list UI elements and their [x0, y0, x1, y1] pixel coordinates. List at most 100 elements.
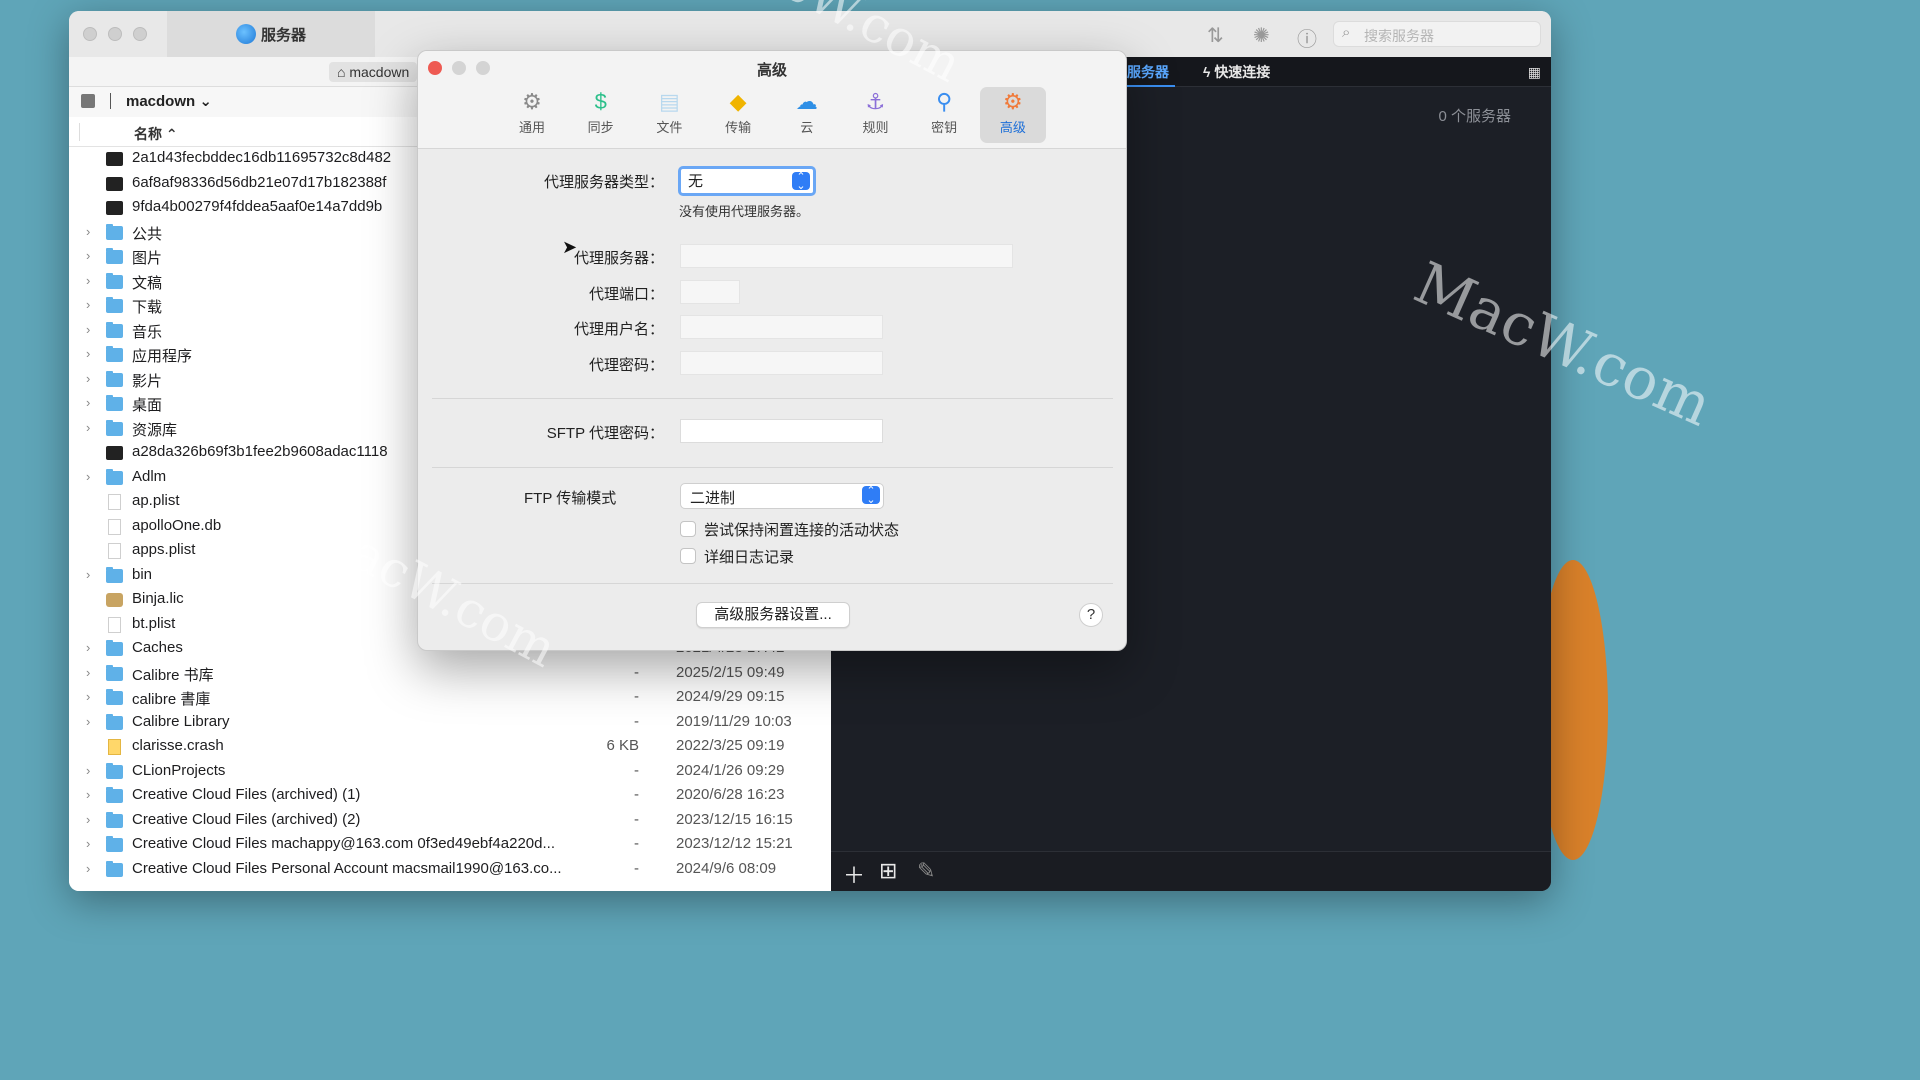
chevron-right-icon[interactable]: ›: [86, 763, 90, 778]
chevron-right-icon[interactable]: ›: [86, 567, 90, 582]
search-placeholder: 搜索服务器: [1364, 28, 1434, 44]
pref-tab-label: 文件: [656, 120, 683, 135]
chevron-right-icon[interactable]: ›: [86, 297, 90, 312]
close-button[interactable]: [83, 27, 97, 41]
file-name: Calibre Library: [132, 712, 230, 730]
window-tab[interactable]: 服务器: [167, 11, 375, 57]
chevron-right-icon[interactable]: ›: [86, 689, 90, 704]
file-row[interactable]: › Creative Cloud Files Personal Account m…: [69, 858, 831, 883]
ftp-mode-label: FTP 传输模式: [524, 490, 617, 507]
proxy-type-label: 代理服务器类型：: [543, 174, 664, 191]
file-name: Caches: [132, 639, 183, 656]
divider: [432, 583, 1113, 584]
file-row[interactable]: clarisse.crash 6 KB 2022/3/25 09:19: [69, 735, 831, 760]
file-name: 音乐: [132, 323, 163, 341]
keepalive-label: 尝试保持闲置连接的活动状态: [704, 522, 900, 539]
pref-tab-2[interactable]: ▤ 文件: [636, 87, 702, 143]
activity-spinner-icon[interactable]: ✺: [1253, 23, 1270, 48]
column-name-header[interactable]: 名称 ⌃: [134, 124, 178, 144]
crash-file-icon: [108, 739, 121, 755]
ftp-mode-select[interactable]: 二进制 ⌃ ⌄: [680, 483, 884, 509]
file-name: 2a1d43fecbddec16db11695732c8d482: [132, 149, 392, 166]
chevron-right-icon[interactable]: ›: [86, 224, 90, 239]
chevron-right-icon[interactable]: ›: [86, 420, 90, 435]
server-count: 0 个服务器: [1438, 108, 1511, 125]
zoom-button[interactable]: [133, 27, 147, 41]
divider: [432, 398, 1113, 399]
file-row[interactable]: › Creative Cloud Files machappy@163.com 0…: [69, 833, 831, 858]
sftp-proxy-password-input[interactable]: [680, 419, 883, 443]
file-row[interactable]: › Calibre Library - 2019/11/29 10:03: [69, 711, 831, 736]
folder-icon: [106, 689, 123, 705]
pref-tab-5[interactable]: ⚓ 规则: [843, 87, 909, 143]
path-chip-home[interactable]: ⌂ macdown: [329, 62, 418, 82]
file-row[interactable]: › CLionProjects - 2024/1/26 09:29: [69, 760, 831, 785]
search-input[interactable]: ⌕ 搜索服务器: [1333, 21, 1541, 47]
proxy-password-input[interactable]: [680, 351, 883, 375]
minimize-button[interactable]: [108, 27, 122, 41]
chevron-right-icon[interactable]: ›: [86, 469, 90, 484]
chevron-right-icon[interactable]: ›: [86, 346, 90, 361]
dialog-title: 高级: [756, 62, 787, 79]
file-date: 2023/12/12 15:21: [676, 835, 793, 852]
keepalive-checkbox[interactable]: [680, 521, 696, 537]
chevron-right-icon[interactable]: ›: [86, 640, 90, 655]
pref-tab-4[interactable]: ☁ 云: [774, 87, 840, 143]
chevron-right-icon[interactable]: ›: [86, 812, 90, 827]
tab-quick-connect[interactable]: ϟ 快速连接: [1203, 62, 1270, 82]
folder-icon: [106, 419, 123, 436]
file-row[interactable]: › calibre 書庫 - 2024/9/29 09:15: [69, 686, 831, 711]
folder-icon: [106, 640, 123, 656]
edit-pencil-icon[interactable]: ✎: [917, 858, 935, 884]
chevron-right-icon[interactable]: ›: [86, 665, 90, 680]
info-icon[interactable]: ⓘ: [1297, 23, 1317, 52]
file-size: -: [634, 688, 639, 705]
proxy-server-input[interactable]: [680, 244, 1013, 268]
advanced-server-settings-button[interactable]: 高级服务器设置...: [696, 602, 850, 628]
tab-servers[interactable]: 服务器: [1121, 57, 1175, 87]
file-size: -: [634, 712, 639, 730]
chevron-right-icon[interactable]: ›: [86, 273, 90, 288]
file-name: Adlm: [132, 467, 167, 485]
pref-tab-0[interactable]: ⚙ 通用: [499, 87, 565, 143]
verbose-log-checkbox[interactable]: [680, 548, 696, 564]
file-row[interactable]: › Calibre 书库 - 2025/2/15 09:49: [69, 662, 831, 687]
pref-tab-1[interactable]: $ 同步: [568, 87, 634, 143]
proxy-type-select[interactable]: 无 ⌃ ⌄: [678, 166, 816, 196]
proxy-type-hint: 没有使用代理服务器。: [679, 204, 810, 219]
pref-tab-3[interactable]: ◆ 传输: [705, 87, 771, 143]
folder-selector[interactable]: macdown ⌄: [126, 92, 212, 110]
terminal-file-icon: [106, 201, 123, 215]
file-size: -: [634, 761, 639, 779]
path-chip-label: macdown: [349, 64, 410, 80]
file-name: 桌面: [132, 397, 163, 414]
proxy-port-input[interactable]: [680, 280, 740, 304]
folder-icon: [106, 223, 123, 240]
tab-quick-connect-label: 快速连接: [1214, 64, 1271, 80]
add-folder-icon[interactable]: ⊞: [879, 858, 897, 884]
folder-icon: [106, 566, 123, 583]
transfer-arrows-icon[interactable]: ⇅: [1207, 23, 1224, 48]
chevron-right-icon[interactable]: ›: [86, 714, 90, 729]
chevron-right-icon[interactable]: ›: [86, 787, 90, 802]
grid-view-icon[interactable]: ▦: [1528, 64, 1541, 81]
pref-tab-6[interactable]: ⚲ 密钥: [911, 87, 977, 143]
sort-ascending-icon: ⌃: [165, 126, 178, 142]
chevron-right-icon[interactable]: ›: [86, 371, 90, 386]
chevron-right-icon[interactable]: ›: [86, 836, 90, 851]
pref-tab-7[interactable]: ⚙ 高级: [979, 87, 1046, 143]
chevron-right-icon[interactable]: ›: [86, 248, 90, 263]
add-server-icon[interactable]: ＋: [843, 858, 865, 890]
folder-icon: [106, 713, 123, 730]
key-icon: ⚲: [936, 89, 953, 114]
chevron-right-icon[interactable]: ›: [86, 861, 90, 876]
chevron-right-icon[interactable]: ›: [86, 322, 90, 337]
file-row[interactable]: › Creative Cloud Files (archived) (1) - 202…: [69, 784, 831, 809]
chevron-right-icon[interactable]: ›: [86, 395, 90, 410]
proxy-username-input[interactable]: [680, 315, 883, 339]
file-row[interactable]: › Creative Cloud Files (archived) (2) - 202…: [69, 809, 831, 834]
file-name: calibre 書庫: [132, 691, 211, 708]
help-button[interactable]: ?: [1079, 603, 1103, 627]
transfer-icon: ◆: [729, 89, 747, 114]
file-name: Creative Cloud Files (archived) (1): [132, 786, 361, 803]
